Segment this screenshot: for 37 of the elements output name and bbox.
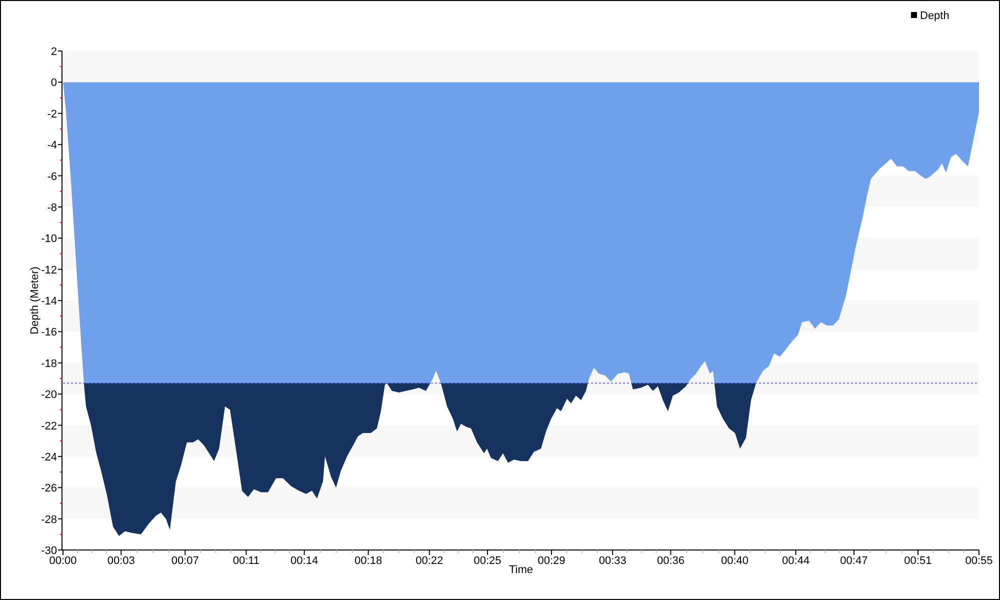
y-tick-label: -22 — [41, 420, 57, 432]
y-tick-label: -18 — [41, 358, 57, 370]
y-tick-label: -10 — [41, 233, 57, 246]
x-tick-label: 00:47 — [840, 555, 868, 567]
y-tick-label: 0 — [50, 77, 57, 90]
x-tick-label: 00:51 — [904, 555, 932, 567]
x-tick-label: 00:29 — [538, 555, 566, 567]
x-tick-label: 00:03 — [107, 555, 135, 567]
y-tick-label: -28 — [41, 514, 57, 526]
x-tick-label: 00:40 — [720, 555, 748, 567]
y-tick-label: -8 — [47, 202, 57, 214]
x-tick-label: 00:33 — [598, 555, 626, 567]
x-tick-label: 00:11 — [232, 555, 260, 567]
y-tick-label: -26 — [41, 482, 57, 495]
x-tick-label: 00:22 — [416, 555, 444, 567]
x-tick-label: 00:25 — [474, 555, 502, 567]
y-tick-label: -6 — [47, 170, 57, 183]
y-tick-label: -30 — [41, 545, 57, 557]
y-tick-label: -2 — [47, 108, 57, 120]
y-tick-label: -24 — [41, 451, 57, 464]
y-tick-label: -14 — [41, 296, 57, 308]
x-axis-title: Time — [508, 564, 534, 576]
y-tick-label: -20 — [41, 389, 57, 402]
x-tick-label: 00:18 — [354, 555, 382, 567]
y-axis-title: Depth (Meter) — [29, 266, 41, 334]
x-tick-label: 00:36 — [656, 555, 684, 567]
y-tick-label: -12 — [41, 264, 57, 276]
y-tick-label: -4 — [47, 140, 57, 152]
legend-swatch — [911, 12, 917, 18]
legend-label: Depth — [920, 10, 950, 22]
x-tick-label: 00:00 — [49, 555, 77, 567]
y-tick-label: 2 — [50, 46, 57, 58]
x-tick-label: 00:07 — [171, 555, 199, 567]
x-tick-label: 00:14 — [290, 555, 318, 567]
x-tick-label: 00:44 — [782, 555, 810, 567]
x-tick-label: 00:55 — [965, 555, 993, 567]
y-tick-label: -16 — [41, 326, 57, 339]
